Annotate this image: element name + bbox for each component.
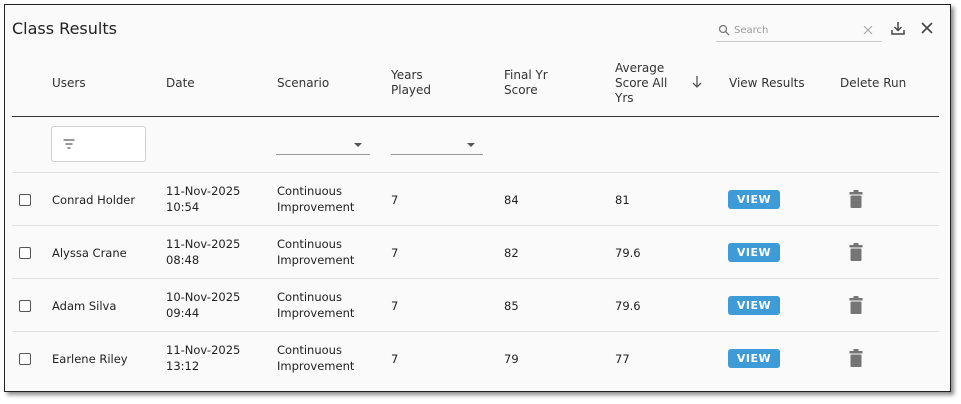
years-played-value: 7 <box>391 299 399 313</box>
scenario-line: Continuous <box>277 237 342 251</box>
users-filter[interactable] <box>51 126 146 162</box>
row-checkbox[interactable] <box>19 300 31 312</box>
trash-icon[interactable] <box>848 189 864 209</box>
date-value: 11-Nov-2025 <box>166 343 241 357</box>
header-divider <box>12 116 939 117</box>
row-checkbox[interactable] <box>19 194 31 206</box>
column-header-line: Years <box>391 68 423 82</box>
trash-icon[interactable] <box>848 242 864 262</box>
dropdown-caret-icon <box>467 143 475 147</box>
user-name: Adam Silva <box>52 299 117 313</box>
search-icon <box>718 24 730 36</box>
average-score-value: 81 <box>615 193 630 207</box>
time-value: 10:54 <box>166 200 200 214</box>
time-value: 13:12 <box>166 359 200 373</box>
date-cell: 11-Nov-2025 13:12 <box>166 342 240 374</box>
column-header-line: Yrs <box>615 91 634 105</box>
final-score-value: 79 <box>504 352 519 366</box>
filter-icon <box>63 139 75 149</box>
trash-icon[interactable] <box>848 348 864 368</box>
user-name: Conrad Holder <box>52 193 136 207</box>
final-score-value: 82 <box>504 246 519 260</box>
sort-arrow-down-icon[interactable] <box>691 75 703 89</box>
table-row: Alyssa Crane 11-Nov-2025 08:48 Continuou… <box>5 226 950 279</box>
final-score-value: 85 <box>504 299 519 313</box>
column-header-date[interactable]: Date <box>166 76 195 91</box>
close-icon[interactable] <box>919 20 935 36</box>
scenario-cell: Continuous Improvement <box>277 183 354 215</box>
dropdown-caret-icon <box>354 143 362 147</box>
final-score-value: 84 <box>504 193 519 207</box>
column-header-view-results: View Results <box>729 76 805 90</box>
class-results-panel: Class Results Users Date Scenario Years … <box>4 4 951 392</box>
scenario-line: Continuous <box>277 343 342 357</box>
date-cell: 11-Nov-2025 10:54 <box>166 183 240 215</box>
column-header-delete-run: Delete Run <box>840 76 907 90</box>
column-header-line: Score <box>504 83 538 97</box>
scenario-line: Improvement <box>277 253 355 267</box>
clear-icon[interactable] <box>863 25 873 35</box>
average-score-value: 79.6 <box>615 246 641 260</box>
download-icon[interactable] <box>890 20 906 36</box>
average-score-value: 77 <box>615 352 630 366</box>
column-header-line: Played <box>391 83 432 97</box>
average-score-value: 79.6 <box>615 299 641 313</box>
years-played-filter-select[interactable] <box>391 136 483 155</box>
scenario-cell: Continuous Improvement <box>277 289 354 321</box>
user-name: Alyssa Crane <box>52 246 127 260</box>
years-played-value: 7 <box>391 352 399 366</box>
scenario-cell: Continuous Improvement <box>277 236 354 268</box>
scenario-line: Continuous <box>277 290 342 304</box>
column-header-scenario[interactable]: Scenario <box>277 76 329 91</box>
table-row: Adam Silva 10-Nov-2025 09:44 Continuous … <box>5 279 950 332</box>
time-value: 09:44 <box>166 306 200 320</box>
search-input[interactable] <box>734 22 854 38</box>
view-results-button[interactable]: VIEW <box>728 243 780 262</box>
date-value: 11-Nov-2025 <box>166 184 241 198</box>
years-played-value: 7 <box>391 193 399 207</box>
table-row: Conrad Holder 11-Nov-2025 10:54 Continuo… <box>5 173 950 226</box>
column-header-years-played[interactable]: Years Played <box>391 68 431 98</box>
column-header-average-score[interactable]: Average Score All Yrs <box>615 61 667 106</box>
date-value: 10-Nov-2025 <box>166 290 241 304</box>
search-field[interactable] <box>716 21 882 42</box>
scenario-line: Improvement <box>277 306 355 320</box>
date-cell: 11-Nov-2025 08:48 <box>166 236 240 268</box>
date-value: 11-Nov-2025 <box>166 237 241 251</box>
row-checkbox[interactable] <box>19 353 31 365</box>
scenario-cell: Continuous Improvement <box>277 342 354 374</box>
column-header-final-score[interactable]: Final Yr Score <box>504 68 548 98</box>
user-name: Earlene Riley <box>52 352 128 366</box>
scenario-line: Continuous <box>277 184 342 198</box>
date-cell: 10-Nov-2025 09:44 <box>166 289 240 321</box>
scenario-line: Improvement <box>277 359 355 373</box>
column-header-users[interactable]: Users <box>52 76 86 91</box>
view-results-button[interactable]: VIEW <box>728 190 780 209</box>
column-header-line: Average <box>615 61 665 75</box>
column-header-line: Score All <box>615 76 668 90</box>
time-value: 08:48 <box>166 253 200 267</box>
page-title: Class Results <box>12 19 117 38</box>
years-played-value: 7 <box>391 246 399 260</box>
scenario-filter-select[interactable] <box>276 136 370 155</box>
view-results-button[interactable]: VIEW <box>728 349 780 368</box>
row-checkbox[interactable] <box>19 247 31 259</box>
table-row: Earlene Riley 11-Nov-2025 13:12 Continuo… <box>5 332 950 385</box>
scenario-line: Improvement <box>277 200 355 214</box>
column-header-line: Final Yr <box>504 68 548 82</box>
view-results-button[interactable]: VIEW <box>728 296 780 315</box>
trash-icon[interactable] <box>848 295 864 315</box>
